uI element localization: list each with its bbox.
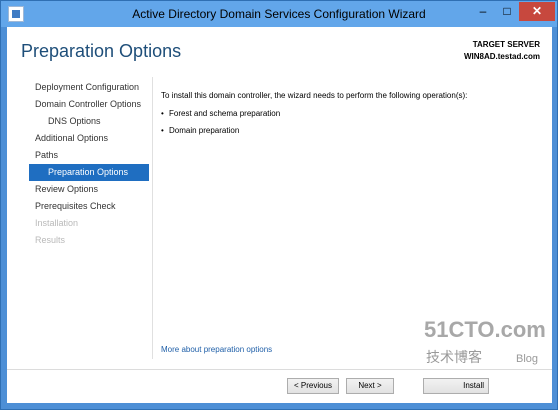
operation-forest-schema: Forest and schema preparation [169, 109, 281, 118]
nav-item-results: Results [35, 235, 66, 245]
intro-text: To install this domain controller, the w… [161, 91, 468, 100]
wizard-client: Preparation Options TARGET SERVER WIN8AD… [7, 27, 552, 403]
nav-item-installation: Installation [35, 218, 79, 228]
target-server-name: WIN8AD.testad.com [463, 52, 540, 61]
maximize-button[interactable]: □ [495, 2, 519, 21]
previous-button[interactable]: < Previous [287, 378, 339, 394]
list-item: • Domain preparation [161, 126, 541, 135]
next-button[interactable]: Next > [346, 378, 394, 394]
list-item: • Forest and schema preparation [161, 109, 541, 118]
install-button[interactable]: Install [423, 378, 489, 394]
nav-item-review-options[interactable]: Review Options [29, 181, 149, 198]
page-title: Preparation Options [21, 41, 182, 61]
title-bar[interactable]: Active Directory Domain Services Configu… [1, 1, 557, 27]
close-button[interactable]: ✕ [519, 2, 555, 21]
bullet-icon: • [161, 109, 164, 118]
operations-list: • Forest and schema preparation • Domain… [161, 109, 541, 135]
operation-domain: Domain preparation [169, 126, 240, 135]
footer-divider [7, 369, 552, 370]
nav-item-paths[interactable]: Paths [29, 147, 149, 164]
nav-item-preparation-options[interactable]: Preparation Options [29, 164, 149, 181]
bullet-icon: • [161, 126, 164, 135]
nav-item-deployment-configuration[interactable]: Deployment Configuration [29, 79, 149, 96]
nav-divider [152, 77, 153, 359]
nav-item-prerequisites-check[interactable]: Prerequisites Check [29, 198, 149, 215]
wizard-window: Active Directory Domain Services Configu… [0, 0, 558, 410]
nav-item-additional-options[interactable]: Additional Options [29, 130, 149, 147]
nav-item-domain-controller-options[interactable]: Domain Controller Options [29, 96, 149, 113]
nav-item-dns-options[interactable]: DNS Options [29, 113, 149, 130]
content-pane: To install this domain controller, the w… [161, 91, 541, 143]
minimize-button[interactable]: – [471, 2, 495, 21]
target-server-label: TARGET SERVER [472, 40, 540, 49]
more-about-preparation-link[interactable]: More about preparation options [161, 345, 272, 354]
wizard-nav: Deployment Configuration Domain Controll… [29, 79, 149, 249]
